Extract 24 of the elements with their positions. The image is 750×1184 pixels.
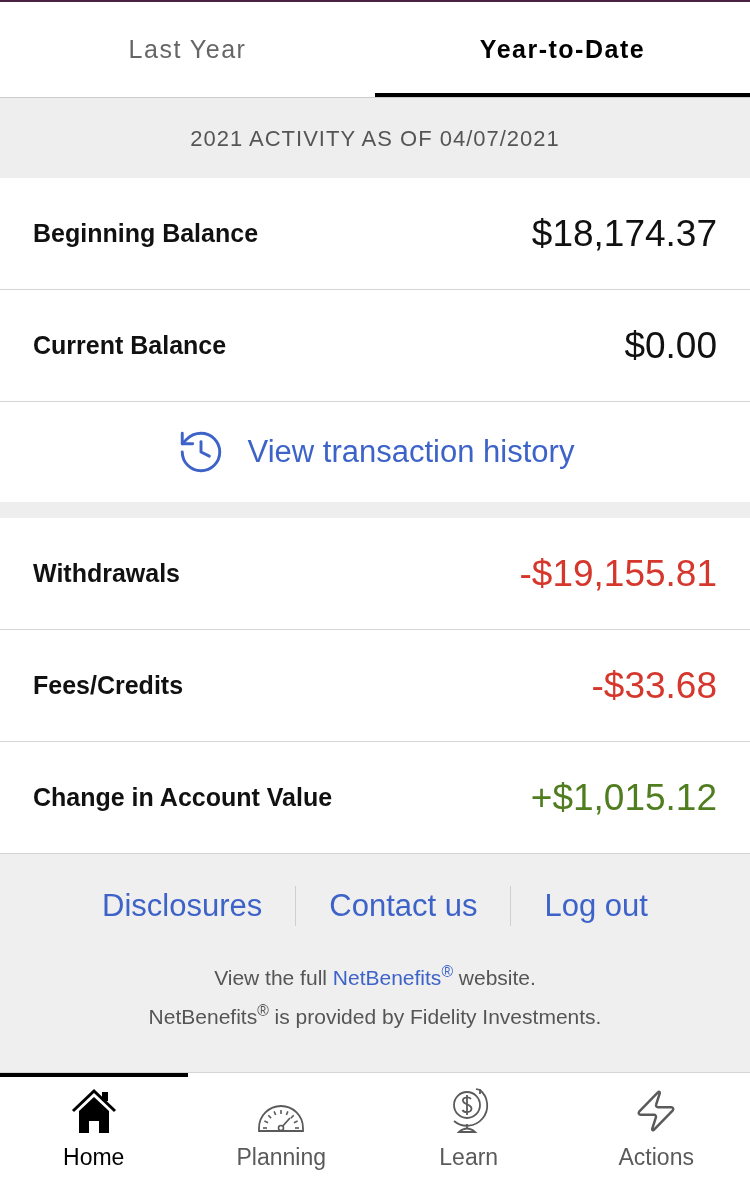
nav-tab[interactable]: Planning	[187, 1073, 375, 1184]
website-note: View the full NetBenefits$^{®}$ website.	[214, 962, 536, 991]
row-label: Beginning Balance	[33, 217, 259, 249]
row-label: Change in Account Value	[33, 781, 333, 813]
amount-value: -$19,155.81	[519, 551, 717, 596]
footer-link[interactable]: Contact us	[329, 882, 478, 930]
amount-value: +$1,015.12	[530, 775, 717, 820]
footer-link[interactable]: Disclosures	[102, 882, 263, 930]
row-label: Fees/Credits	[33, 669, 184, 701]
period-tab[interactable]: Last Year	[0, 2, 375, 97]
netbenefits-link[interactable]: NetBenefits$^{®}$	[332, 966, 453, 989]
nav-tab[interactable]: Actions	[562, 1073, 750, 1184]
nav-tab[interactable]: Learn	[375, 1073, 563, 1184]
footer-link[interactable]: Log out	[544, 882, 648, 930]
transaction-history-link[interactable]: View transaction history	[175, 427, 575, 477]
row-label: Withdrawals	[33, 557, 181, 589]
amount-value: $18,174.37	[531, 211, 717, 256]
row-label: Current Balance	[33, 329, 227, 361]
amount-value: -$33.68	[591, 663, 717, 708]
home-icon	[70, 1087, 117, 1134]
nav-tab[interactable]: Home	[0, 1073, 188, 1184]
activity-date-banner: 2021 ACTIVITY AS OF 04/07/2021	[0, 98, 750, 178]
provider-note: NetBenefits$^{®}$ is provided by Fidelity Investments.	[148, 1001, 602, 1030]
amount-value: $0.00	[624, 323, 717, 368]
